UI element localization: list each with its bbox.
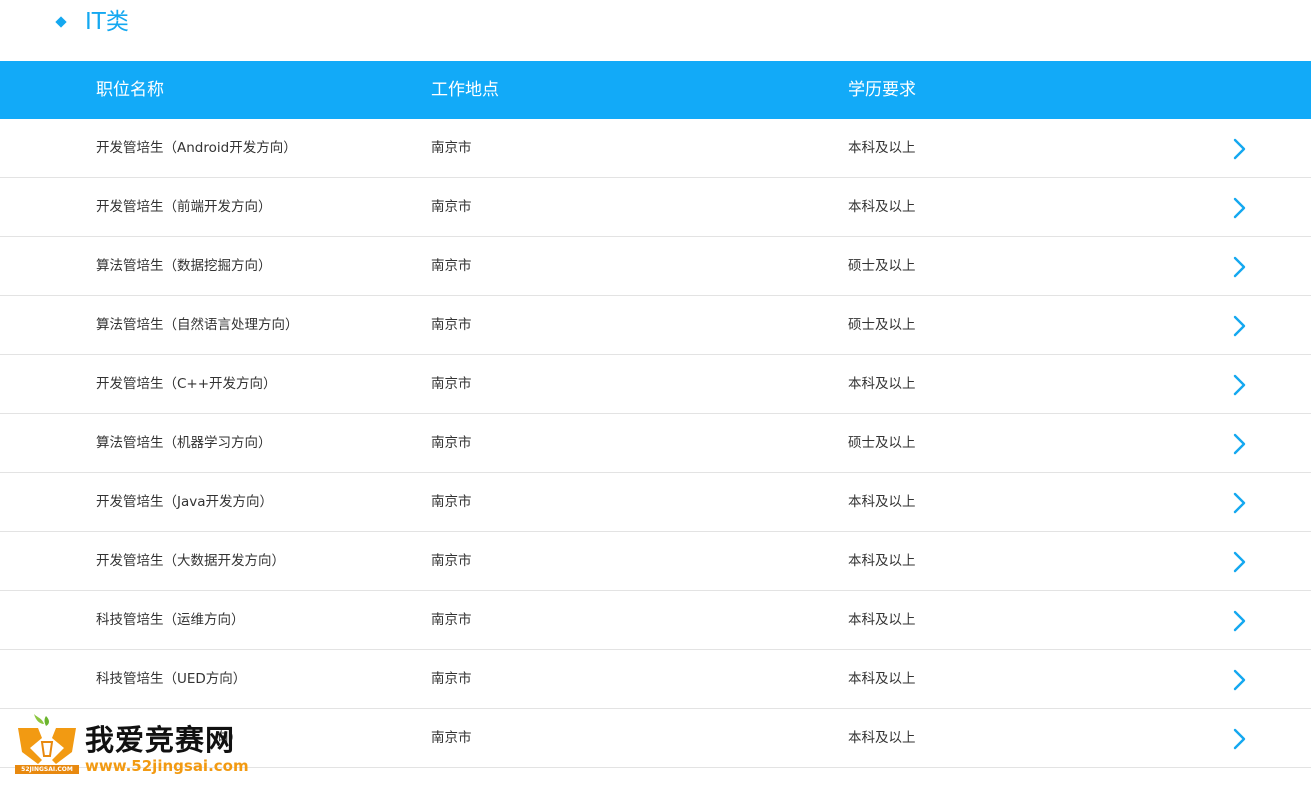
- job-location: 南京市: [431, 730, 472, 746]
- table-header-row: 职位名称 工作地点 学历要求: [0, 61, 1311, 119]
- chevron-right-icon[interactable]: [1228, 432, 1250, 456]
- logo-url: www.52jingsai.com: [85, 757, 249, 775]
- job-row[interactable]: 算法管培生（机器学习方向） 南京市 硕士及以上: [0, 414, 1311, 473]
- section-title: IT类: [85, 9, 129, 35]
- job-education: 本科及以上: [848, 494, 916, 510]
- job-title: 开发管培生（C++开发方向）: [96, 376, 277, 392]
- job-education: 本科及以上: [848, 140, 916, 156]
- job-education: 硕士及以上: [848, 258, 916, 274]
- job-row[interactable]: 开发管培生（C++开发方向） 南京市 本科及以上: [0, 355, 1311, 414]
- job-education: 本科及以上: [848, 199, 916, 215]
- job-title: 开发管培生（大数据开发方向）: [96, 553, 285, 569]
- diamond-bullet-icon: [55, 16, 67, 28]
- job-title: 开发管培生（前端开发方向）: [96, 199, 272, 215]
- job-row[interactable]: 算法管培生（自然语言处理方向） 南京市 硕士及以上: [0, 296, 1311, 355]
- logo-name: 我爱竞赛网: [85, 723, 236, 757]
- job-location: 南京市: [431, 612, 472, 628]
- job-location: 南京市: [431, 671, 472, 687]
- job-location: 南京市: [431, 258, 472, 274]
- job-location: 南京市: [431, 376, 472, 392]
- job-row[interactable]: 开发管培生（大数据开发方向） 南京市 本科及以上: [0, 532, 1311, 591]
- job-row[interactable]: 科技管培生（运维方向） 南京市 本科及以上: [0, 591, 1311, 650]
- chevron-right-icon[interactable]: [1228, 491, 1250, 515]
- site-watermark-logo: 52JINGSAI.COM 我爱竞赛网 www.52jingsai.com: [12, 712, 257, 778]
- job-education: 本科及以上: [848, 671, 916, 687]
- job-education: 本科及以上: [848, 376, 916, 392]
- job-list: 开发管培生（Android开发方向） 南京市 本科及以上 开发管培生（前端开发方…: [0, 119, 1311, 768]
- job-education: 本科及以上: [848, 730, 916, 746]
- job-location: 南京市: [431, 199, 472, 215]
- chevron-right-icon[interactable]: [1228, 609, 1250, 633]
- column-header-education: 学历要求: [848, 80, 916, 100]
- job-location: 南京市: [431, 553, 472, 569]
- chevron-right-icon[interactable]: [1228, 668, 1250, 692]
- job-location: 南京市: [431, 494, 472, 510]
- job-title: 科技管培生（运维方向）: [96, 612, 245, 628]
- chevron-right-icon[interactable]: [1228, 550, 1250, 574]
- job-row[interactable]: 开发管培生（Android开发方向） 南京市 本科及以上: [0, 119, 1311, 178]
- chevron-right-icon[interactable]: [1228, 137, 1250, 161]
- job-row[interactable]: 开发管培生（前端开发方向） 南京市 本科及以上: [0, 178, 1311, 237]
- job-title: 开发管培生（Java开发方向）: [96, 494, 274, 510]
- job-location: 南京市: [431, 435, 472, 451]
- job-row[interactable]: 科技管培生（UED方向） 南京市 本科及以上: [0, 650, 1311, 709]
- chevron-right-icon[interactable]: [1228, 373, 1250, 397]
- chevron-right-icon[interactable]: [1228, 314, 1250, 338]
- job-education: 本科及以上: [848, 612, 916, 628]
- job-title: 算法管培生（数据挖掘方向）: [96, 258, 272, 274]
- job-location: 南京市: [431, 140, 472, 156]
- column-header-position: 职位名称: [96, 80, 164, 100]
- job-row[interactable]: 算法管培生（数据挖掘方向） 南京市 硕士及以上: [0, 237, 1311, 296]
- chevron-right-icon[interactable]: [1228, 196, 1250, 220]
- job-title: 开发管培生（Android开发方向）: [96, 140, 297, 156]
- column-header-location: 工作地点: [431, 80, 499, 100]
- chevron-right-icon[interactable]: [1228, 727, 1250, 751]
- job-title: 科技管培生（UED方向）: [96, 671, 247, 687]
- chevron-right-icon[interactable]: [1228, 255, 1250, 279]
- job-education: 本科及以上: [848, 553, 916, 569]
- job-location: 南京市: [431, 317, 472, 333]
- logo-band: 52JINGSAI.COM: [15, 765, 79, 774]
- job-education: 硕士及以上: [848, 317, 916, 333]
- job-title: 算法管培生（自然语言处理方向）: [96, 317, 299, 333]
- job-title: 算法管培生（机器学习方向）: [96, 435, 272, 451]
- section-header: IT类: [0, 0, 1311, 61]
- job-education: 硕士及以上: [848, 435, 916, 451]
- job-row[interactable]: 开发管培生（Java开发方向） 南京市 本科及以上: [0, 473, 1311, 532]
